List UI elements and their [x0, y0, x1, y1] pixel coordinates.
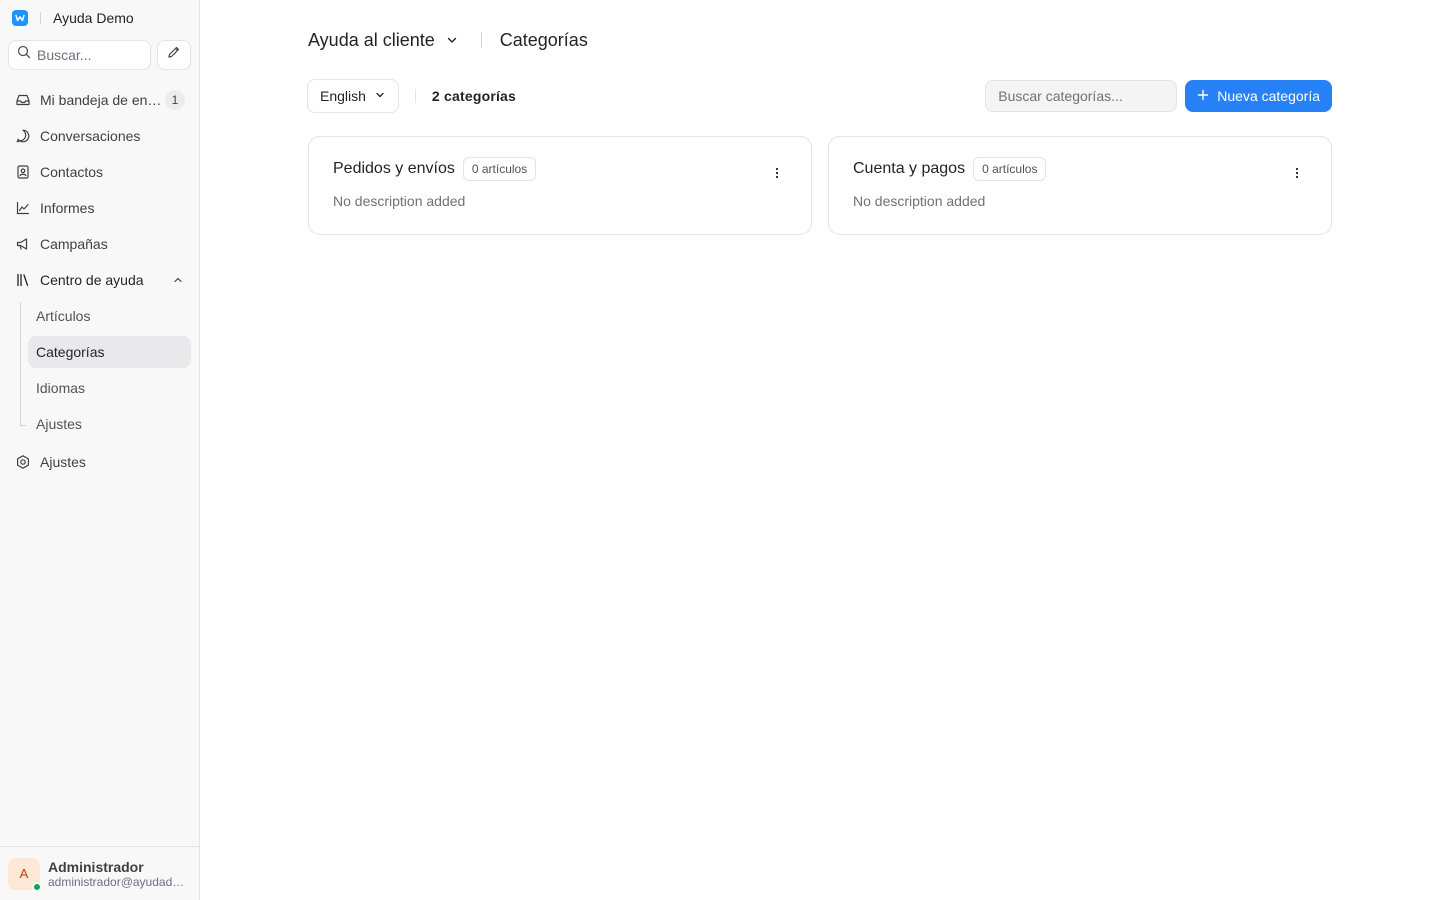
pencil-icon: [167, 45, 181, 64]
sidebar-item-help-center[interactable]: Centro de ayuda: [8, 264, 191, 296]
more-options-icon[interactable]: [767, 163, 787, 183]
chevron-down-icon: [374, 88, 386, 104]
header-divider: [480, 32, 482, 48]
category-card-header: Pedidos y envíos 0 artículos: [333, 157, 787, 181]
page-title: Categorías: [499, 29, 588, 50]
inbox-icon: [14, 91, 32, 109]
plus-icon: [1197, 88, 1209, 104]
category-card-header: Cuenta y pagos 0 artículos: [853, 157, 1307, 181]
avatar-initial: A: [19, 866, 29, 881]
sidebar-item-label: Mi bandeja de entrada: [40, 92, 162, 108]
category-list: Pedidos y envíos 0 artículos No descript…: [308, 136, 1332, 235]
category-card[interactable]: Cuenta y pagos 0 artículos No descriptio…: [828, 136, 1332, 235]
online-status-indicator: [32, 881, 42, 892]
category-title[interactable]: Cuenta y pagos: [853, 160, 965, 178]
account-name[interactable]: Ayuda Demo: [53, 10, 134, 26]
more-options-icon[interactable]: [1287, 163, 1307, 183]
gear-icon: [14, 453, 32, 471]
brand-divider: [40, 12, 41, 24]
sidebar-item-label: Ajustes: [40, 454, 86, 470]
sidebar-subitem-portal-settings[interactable]: Ajustes: [28, 408, 191, 440]
toolbar-divider: [414, 89, 416, 103]
category-description: No description added: [333, 193, 466, 209]
brand-header: Ayuda Demo: [0, 0, 199, 36]
profile-name: Administrador: [48, 858, 144, 875]
sidebar-item-settings[interactable]: Ajustes: [8, 446, 191, 478]
language-select[interactable]: English: [307, 79, 399, 113]
new-category-label: Nueva categoría: [1217, 88, 1320, 104]
chart-line-icon: [14, 199, 32, 217]
toolbar-actions: Nueva categoría: [985, 80, 1332, 112]
category-description: No description added: [853, 193, 986, 209]
sidebar-item-label: Campañas: [40, 236, 108, 252]
article-count-badge: 0 artículos: [973, 157, 1047, 181]
portal-switcher[interactable]: Ayuda al cliente: [308, 30, 435, 51]
sidebar-item-inbox[interactable]: Mi bandeja de entrada 1: [8, 84, 191, 116]
app-root: Ayuda Demo Buscar... Mi bandeja de entr …: [0, 0, 1440, 900]
help-center-subnav: Artículos Categorías Idiomas Ajustes: [20, 300, 191, 440]
brand-logo-icon[interactable]: [12, 10, 28, 26]
page-header: Ayuda al cliente Categorías: [308, 26, 588, 54]
sidebar-item-label: Contactos: [40, 164, 104, 180]
sidebar: Ayuda Demo Buscar... Mi bandeja de entr …: [0, 0, 200, 900]
profile-email: administrador@ayudademo.com: [48, 874, 190, 889]
category-count: 2 categorías: [431, 88, 517, 104]
main-content: Ayuda al cliente Categorías English 2 ca…: [200, 0, 1440, 900]
categories-toolbar: English 2 categorías Buscar categorías..…: [307, 79, 1332, 113]
contact-book-icon: [14, 163, 32, 181]
category-search-input[interactable]: [998, 88, 1165, 104]
sidebar-subitem-categories[interactable]: Categorías: [28, 336, 191, 368]
language-select-value: English: [320, 88, 366, 104]
compose-button[interactable]: [157, 39, 191, 70]
sidebar-search-input[interactable]: [37, 46, 137, 63]
sidebar-subitem-locales[interactable]: Idiomas: [28, 372, 191, 404]
sidebar-item-label: Conversaciones: [40, 128, 141, 144]
category-search[interactable]: [985, 80, 1178, 112]
sidebar-item-contacts[interactable]: Contactos: [8, 156, 191, 188]
sidebar-subitem-articles[interactable]: Artículos: [28, 300, 191, 332]
sidebar-nav: Mi bandeja de entrada 1 Conversaciones: [0, 70, 199, 478]
chevron-down-icon[interactable]: [445, 33, 459, 47]
message-circle-icon: [14, 127, 32, 145]
sidebar-item-conversations[interactable]: Conversaciones: [8, 120, 191, 152]
new-category-button[interactable]: Nueva categoría: [1185, 80, 1332, 112]
sidebar-item-label: Centro de ayuda: [40, 272, 144, 288]
category-title[interactable]: Pedidos y envíos: [333, 160, 455, 178]
avatar: A: [8, 857, 42, 892]
library-icon: [14, 271, 32, 289]
inbox-count-badge: 1: [165, 90, 185, 110]
user-profile[interactable]: A Administrador administrador@ayudademo.…: [0, 846, 199, 900]
sidebar-item-reports[interactable]: Informes: [8, 192, 191, 224]
category-card[interactable]: Pedidos y envíos 0 artículos No descript…: [308, 136, 812, 235]
sidebar-item-campaigns[interactable]: Campañas: [8, 228, 191, 260]
search-icon: [17, 45, 31, 64]
megaphone-icon: [14, 235, 32, 253]
chevron-up-icon[interactable]: [173, 275, 183, 285]
sidebar-search[interactable]: [8, 39, 151, 70]
profile-text: Administrador administrador@ayudademo.co…: [48, 859, 190, 889]
sidebar-item-label: Informes: [40, 200, 95, 216]
sidebar-search-row: [0, 36, 199, 70]
article-count-badge: 0 artículos: [462, 157, 537, 181]
